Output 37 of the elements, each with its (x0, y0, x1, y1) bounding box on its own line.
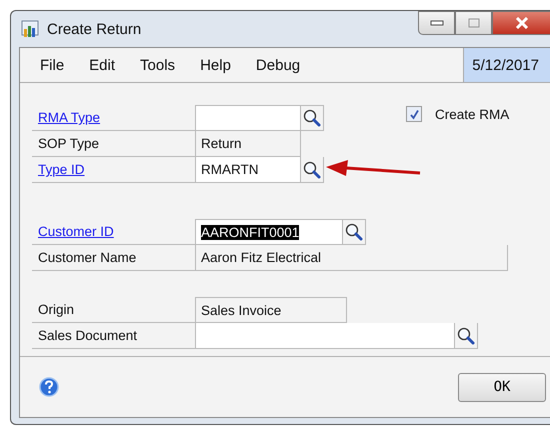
close-button[interactable] (492, 11, 550, 35)
search-button[interactable] (301, 105, 324, 131)
maximize-icon (468, 18, 480, 28)
chart-icon (21, 20, 39, 38)
search-icon (345, 223, 363, 241)
readonly-field: Sales Invoice (195, 297, 347, 323)
menu-item[interactable]: Help (200, 56, 231, 74)
menu-item[interactable]: File (40, 56, 64, 74)
maximize-button[interactable] (455, 11, 492, 35)
input-field[interactable] (195, 105, 301, 131)
input-field[interactable]: AARONFIT0001 (195, 219, 343, 245)
search-icon (303, 109, 321, 127)
create-rma-checkbox[interactable]: Create RMA (406, 106, 510, 122)
close-icon (515, 17, 529, 29)
minimize-button[interactable] (418, 11, 455, 35)
field-value: AARONFIT0001 (201, 224, 300, 240)
ok-button[interactable]: OK (458, 372, 546, 402)
checkbox-label: Create RMA (435, 106, 510, 122)
checkmark-icon (408, 108, 420, 120)
search-button[interactable] (455, 323, 478, 349)
field-value: RMARTN (201, 162, 259, 177)
input-field[interactable]: RMARTN (195, 157, 301, 183)
search-button[interactable] (343, 219, 366, 245)
help-icon[interactable] (39, 377, 59, 397)
minimize-icon (430, 20, 444, 26)
input-field[interactable] (195, 323, 455, 349)
checkbox[interactable] (406, 106, 422, 122)
readonly-field: Return (195, 131, 301, 157)
window-title: Create Return (47, 20, 142, 38)
menu-item[interactable]: Edit (89, 56, 116, 74)
search-icon (457, 326, 475, 344)
date-field[interactable]: 5/12/2017 (463, 48, 550, 82)
search-icon (303, 160, 321, 178)
menu-item[interactable]: Debug (256, 56, 300, 74)
search-button[interactable] (301, 157, 324, 183)
menu-item[interactable]: Tools (140, 56, 176, 74)
readonly-field: Aaron Fitz Electrical (195, 245, 508, 271)
